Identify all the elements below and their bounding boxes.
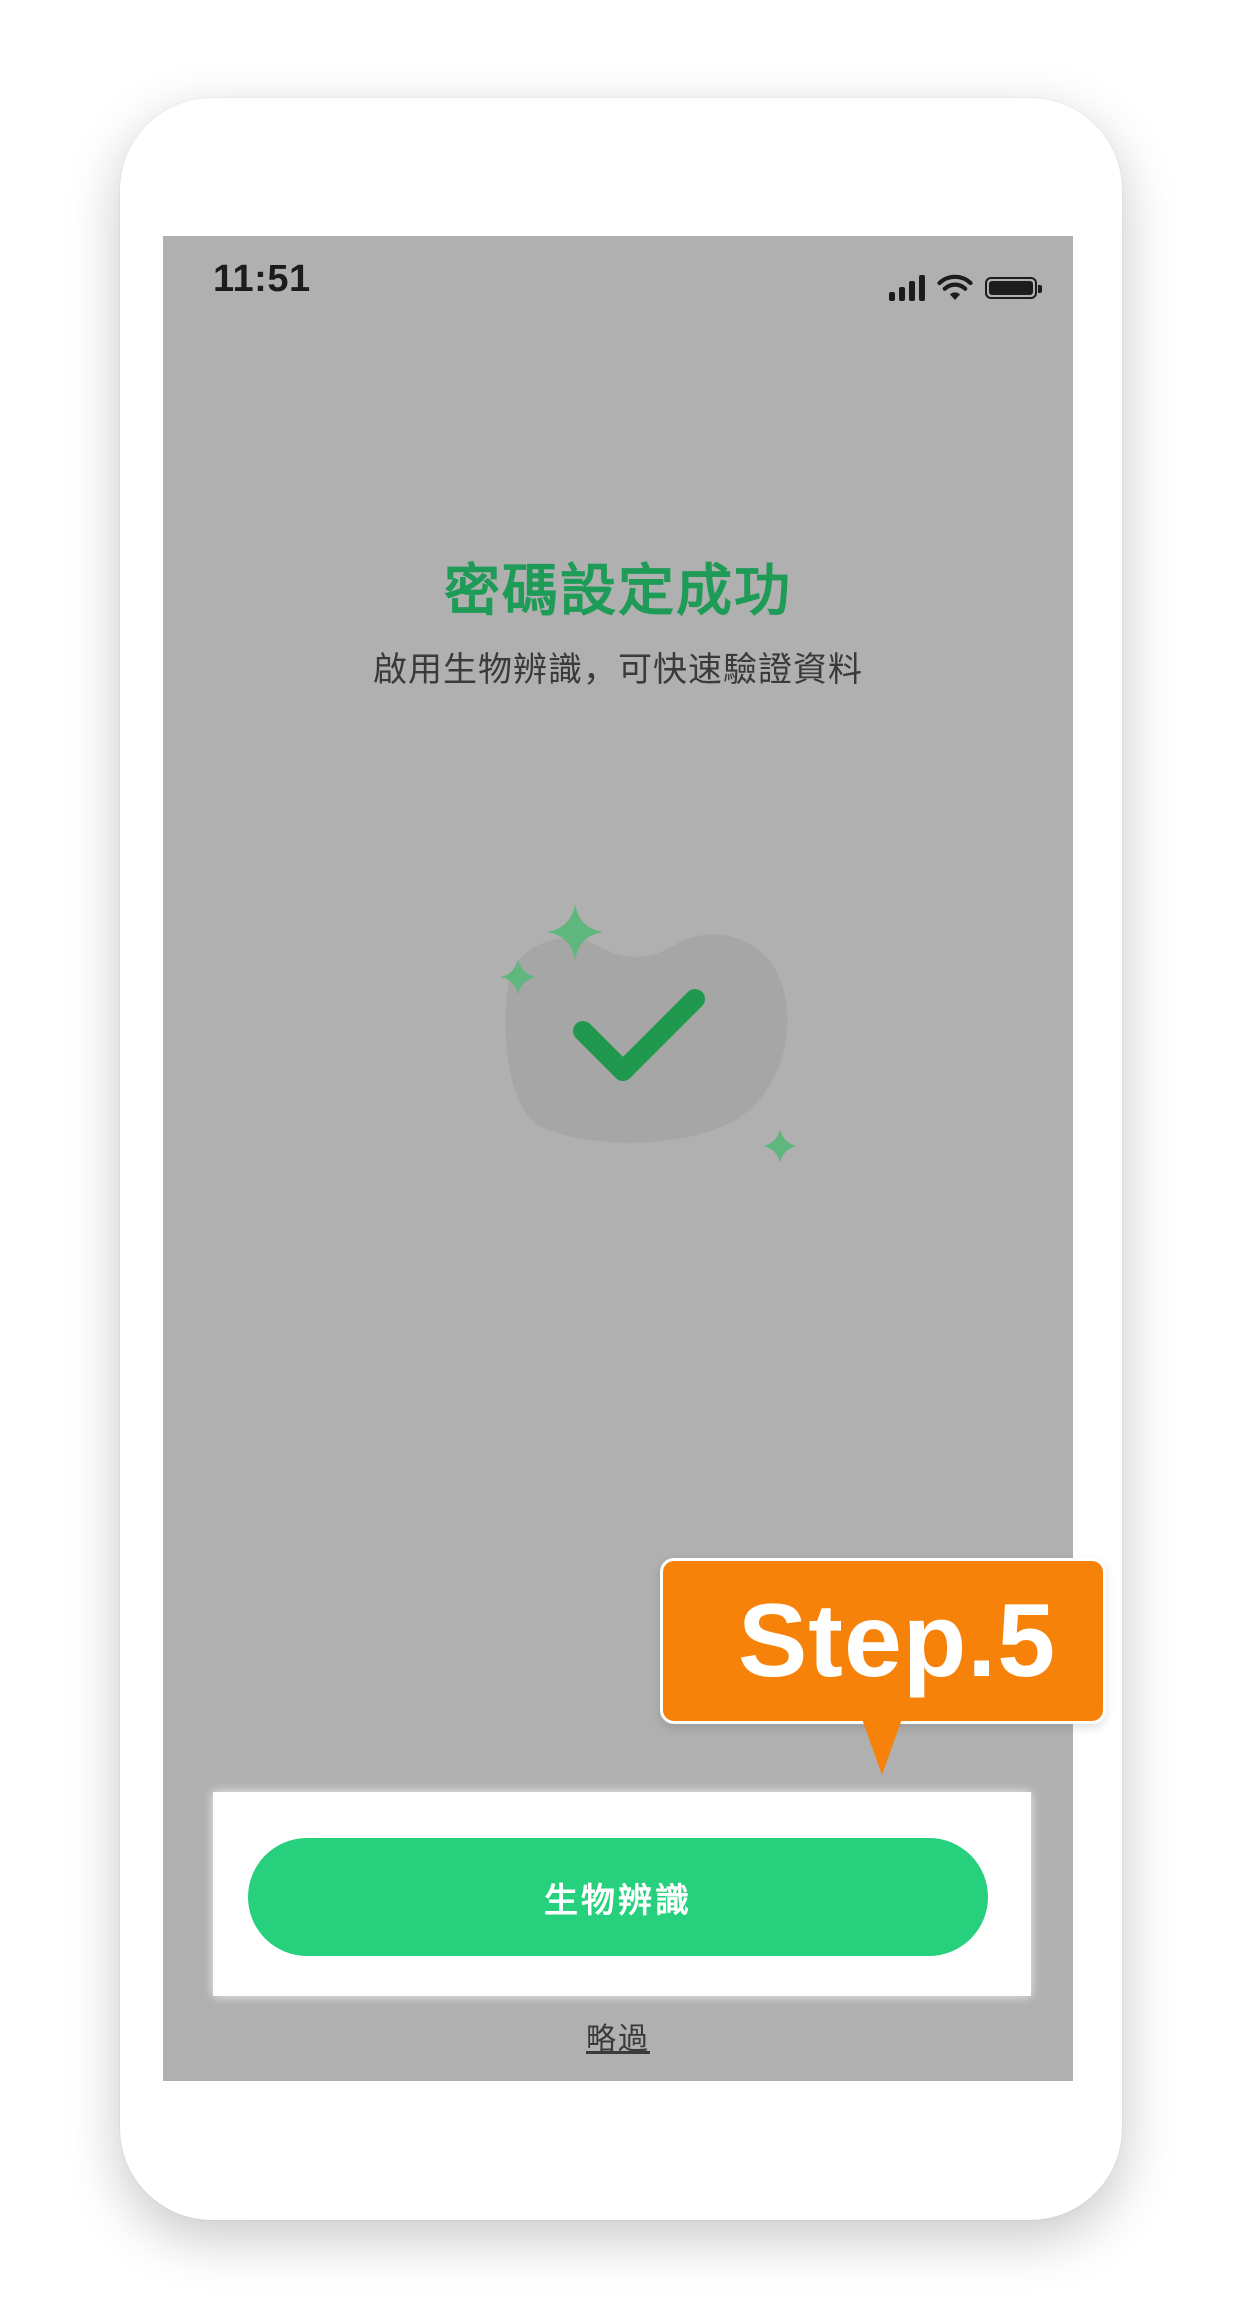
biometric-button[interactable]: 生物辨識 xyxy=(248,1838,988,1956)
app-screen: 11:51 密碼設定成功 啟用生物辨識，可快速驗證資料 生物辨識 略過 xyxy=(163,236,1073,2081)
checkmark-sparkle-icon xyxy=(500,904,797,1163)
status-time: 11:51 xyxy=(213,258,311,300)
page-subtitle: 啟用生物辨識，可快速驗證資料 xyxy=(373,650,863,690)
battery-icon xyxy=(985,277,1042,299)
step-callout-pointer xyxy=(862,1719,902,1775)
primary-button-highlight: 生物辨識 xyxy=(213,1792,1031,1996)
step-callout-label: Step.5 xyxy=(737,1582,1057,1699)
step-callout: Step.5 xyxy=(660,1558,1106,1724)
wifi-icon xyxy=(937,274,973,300)
sparkle-small-right xyxy=(763,1129,797,1163)
cellular-signal-icon xyxy=(889,275,925,301)
page-title: 密碼設定成功 xyxy=(444,559,792,624)
skip-link[interactable]: 略過 xyxy=(163,2014,1073,2058)
status-icons xyxy=(889,271,1042,305)
